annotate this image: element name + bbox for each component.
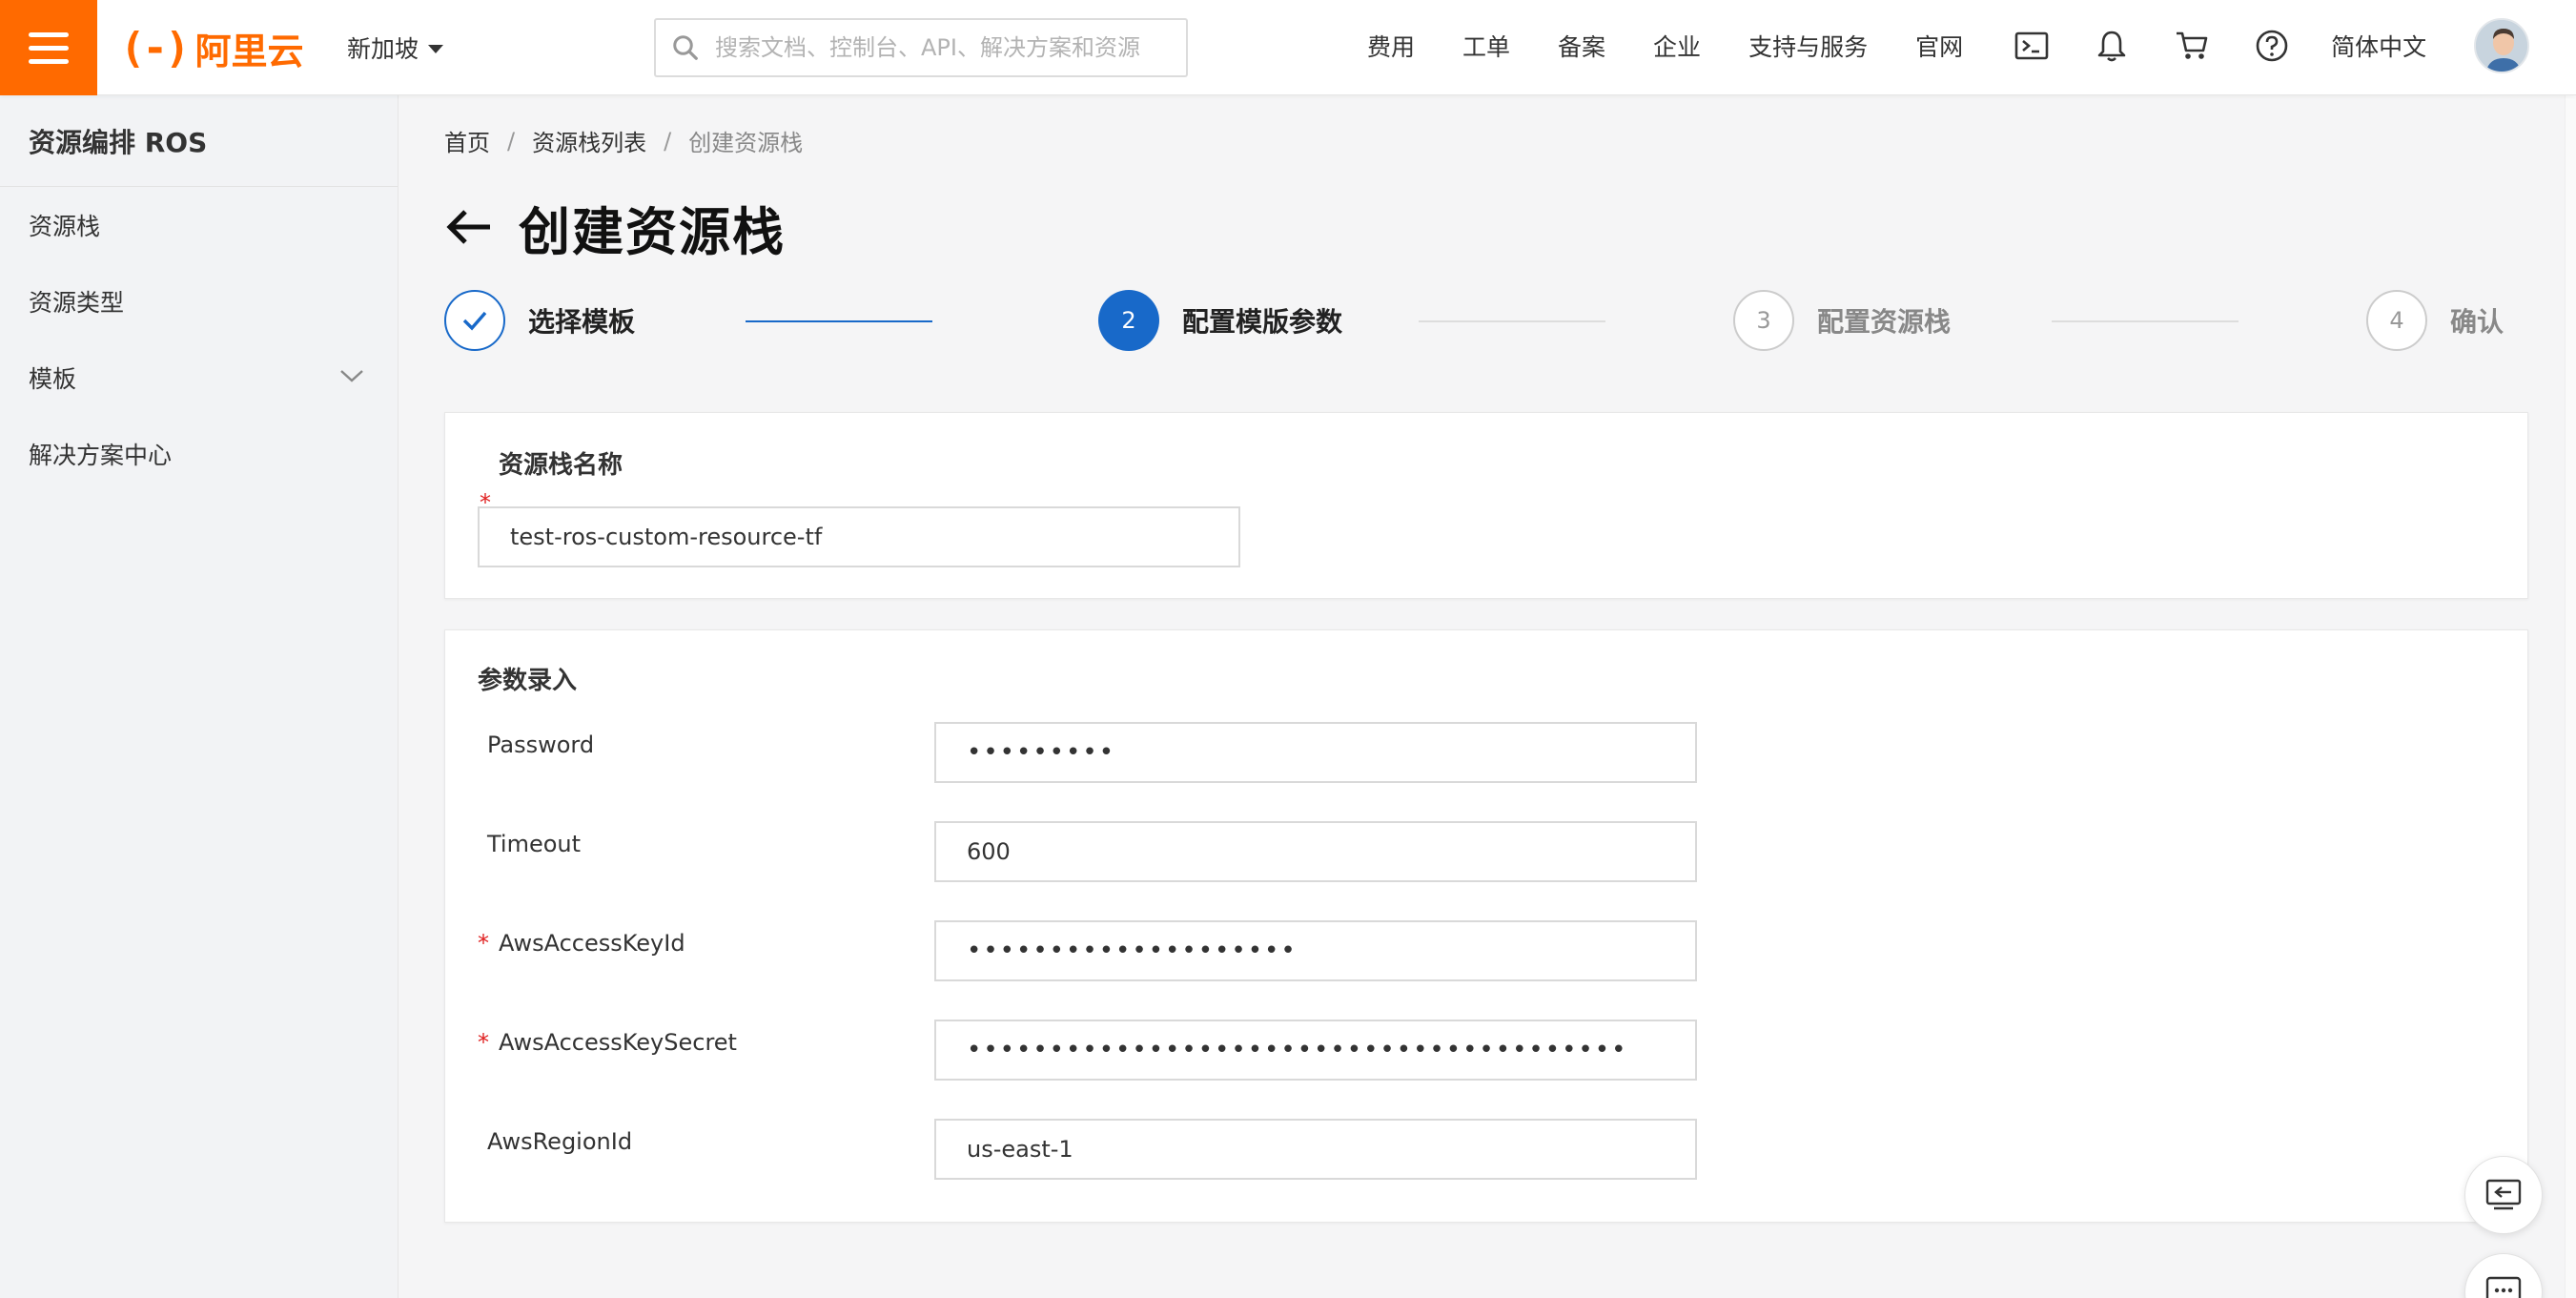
logo-text: 阿里云	[194, 30, 304, 72]
breadcrumb: 首页 / 资源栈列表 / 创建资源栈	[444, 124, 803, 157]
search-input[interactable]	[715, 34, 1186, 61]
step-configure-stack[interactable]: 3 配置资源栈	[1733, 290, 1951, 351]
nav-tickets[interactable]: 工单	[1462, 29, 1510, 63]
bell-icon[interactable]	[2091, 25, 2133, 67]
sidebar-item-label: 模板	[29, 365, 77, 393]
page-title: 创建资源栈	[519, 201, 786, 262]
password-field[interactable]: •••••••••	[934, 722, 1697, 783]
aws-access-key-secret-field[interactable]: ••••••••••••••••••••••••••••••••••••••••	[934, 1020, 1697, 1081]
nav-icp-filing[interactable]: 备案	[1558, 29, 1605, 63]
logo-mark: (-)	[120, 23, 191, 72]
hamburger-line	[29, 58, 69, 64]
terminal-icon[interactable]	[2011, 25, 2053, 67]
back-arrow-icon[interactable]	[444, 202, 494, 252]
user-avatar[interactable]	[2474, 18, 2530, 73]
step-select-template[interactable]: 选择模板	[444, 290, 635, 351]
aws-access-key-id-field[interactable]: ••••••••••••••••••••	[934, 920, 1697, 981]
nav-support[interactable]: 支持与服务	[1748, 29, 1868, 63]
top-nav: 费用 工单 备案 企业 支持与服务 官网 简体中文	[1367, 0, 2530, 92]
aws-region-id-field[interactable]	[934, 1119, 1697, 1180]
product-title: 资源编排 ROS	[0, 95, 398, 187]
region-label: 新加坡	[347, 35, 419, 63]
sidebar-item-resource-types[interactable]: 资源类型	[0, 263, 398, 340]
page-scrollbar[interactable]	[2565, 95, 2576, 1298]
step-label: 确认	[2450, 306, 2504, 338]
sidebar-item-label: 资源类型	[29, 289, 125, 317]
stack-name-label: 资源栈名称	[499, 451, 624, 480]
param-label-text: Password	[487, 731, 595, 758]
top-bar: (-) 阿里云 新加坡 费用 工单 备案 企业 支持与服务 官网	[0, 0, 2576, 95]
main-content: 首页 / 资源栈列表 / 创建资源栈 创建资源栈 选择模板 2 配置模版参数 3…	[399, 95, 2576, 1298]
sidebar-item-solutions[interactable]: 解决方案中心	[0, 416, 398, 492]
step-connector	[746, 320, 932, 322]
param-label-text: Timeout	[487, 831, 582, 857]
required-mark: *	[478, 930, 489, 957]
caret-down-icon	[428, 45, 444, 53]
sidebar-item-label: 资源栈	[29, 213, 101, 240]
help-icon[interactable]	[2251, 25, 2293, 67]
param-label: Password	[478, 731, 594, 758]
step-label: 配置模版参数	[1182, 306, 1343, 338]
step-label: 选择模板	[528, 306, 636, 338]
breadcrumb-stack-list[interactable]: 资源栈列表	[532, 124, 646, 157]
parameters-section-title: 参数录入	[478, 667, 578, 695]
sidebar-item-label: 解决方案中心	[29, 442, 173, 469]
nav-official-site[interactable]: 官网	[1915, 29, 1963, 63]
breadcrumb-separator: /	[664, 127, 672, 155]
parameters-card: 参数录入 Password ••••••••• Timeout * AwsAcce…	[444, 629, 2528, 1223]
step-label: 配置资源栈	[1817, 306, 1952, 338]
chevron-down-icon	[340, 370, 363, 382]
step-connector	[1419, 320, 1605, 322]
sidebar-item-templates[interactable]: 模板	[0, 340, 398, 416]
step-confirm[interactable]: 4 确认	[2366, 290, 2504, 351]
chat-icon	[2485, 1276, 2522, 1298]
param-row-aws-access-key-secret: * AwsAccessKeySecret ••••••••••••••••••••…	[478, 1020, 1717, 1081]
param-row-aws-access-key-id: * AwsAccessKeyId ••••••••••••••••••••	[478, 920, 1717, 981]
feedback-button[interactable]	[2464, 1156, 2543, 1234]
feedback-icon	[2485, 1179, 2522, 1210]
nav-enterprise[interactable]: 企业	[1653, 29, 1701, 63]
breadcrumb-current: 创建资源栈	[688, 130, 804, 156]
param-label: * AwsAccessKeyId	[478, 930, 685, 957]
hamburger-menu-button[interactable]	[0, 0, 97, 95]
step-number: 4	[2366, 290, 2427, 351]
param-label-text: AwsRegionId	[487, 1128, 633, 1155]
cart-icon[interactable]	[2171, 25, 2213, 67]
breadcrumb-separator: /	[507, 127, 516, 155]
step-number: 2	[1098, 290, 1159, 351]
param-label: AwsRegionId	[478, 1128, 632, 1155]
nav-fees[interactable]: 费用	[1367, 29, 1415, 63]
param-row-password: Password •••••••••	[478, 722, 1717, 783]
sidebar: 资源编排 ROS 资源栈 资源类型 模板 解决方案中心	[0, 95, 399, 1298]
stack-name-card: 资源栈名称 *	[444, 412, 2528, 599]
step-configure-params[interactable]: 2 配置模版参数	[1098, 290, 1342, 351]
region-selector[interactable]: 新加坡	[347, 29, 444, 67]
param-label: * AwsAccessKeySecret	[478, 1029, 737, 1056]
aliyun-logo[interactable]: (-) 阿里云	[120, 23, 304, 72]
param-label-text: AwsAccessKeySecret	[499, 1029, 737, 1056]
param-label-text: AwsAccessKeyId	[499, 930, 685, 957]
breadcrumb-home[interactable]: 首页	[444, 124, 490, 157]
hamburger-line	[29, 31, 69, 37]
step-indicator: 选择模板 2 配置模版参数 3 配置资源栈 4 确认	[444, 290, 2565, 359]
hamburger-line	[29, 45, 69, 51]
check-icon	[444, 290, 505, 351]
param-row-aws-region-id: AwsRegionId	[478, 1119, 1717, 1180]
language-selector[interactable]: 简体中文	[2331, 29, 2426, 63]
step-number: 3	[1733, 290, 1794, 351]
page-header: 创建资源栈	[444, 191, 786, 263]
step-connector	[2052, 320, 2239, 322]
timeout-field[interactable]	[934, 821, 1697, 882]
stack-name-input[interactable]	[478, 506, 1240, 567]
param-row-timeout: Timeout	[478, 821, 1717, 882]
param-label: Timeout	[478, 831, 581, 857]
sidebar-item-stacks[interactable]: 资源栈	[0, 187, 398, 263]
search-icon	[673, 35, 698, 60]
required-mark: *	[478, 1029, 489, 1056]
search-box[interactable]	[654, 18, 1188, 77]
